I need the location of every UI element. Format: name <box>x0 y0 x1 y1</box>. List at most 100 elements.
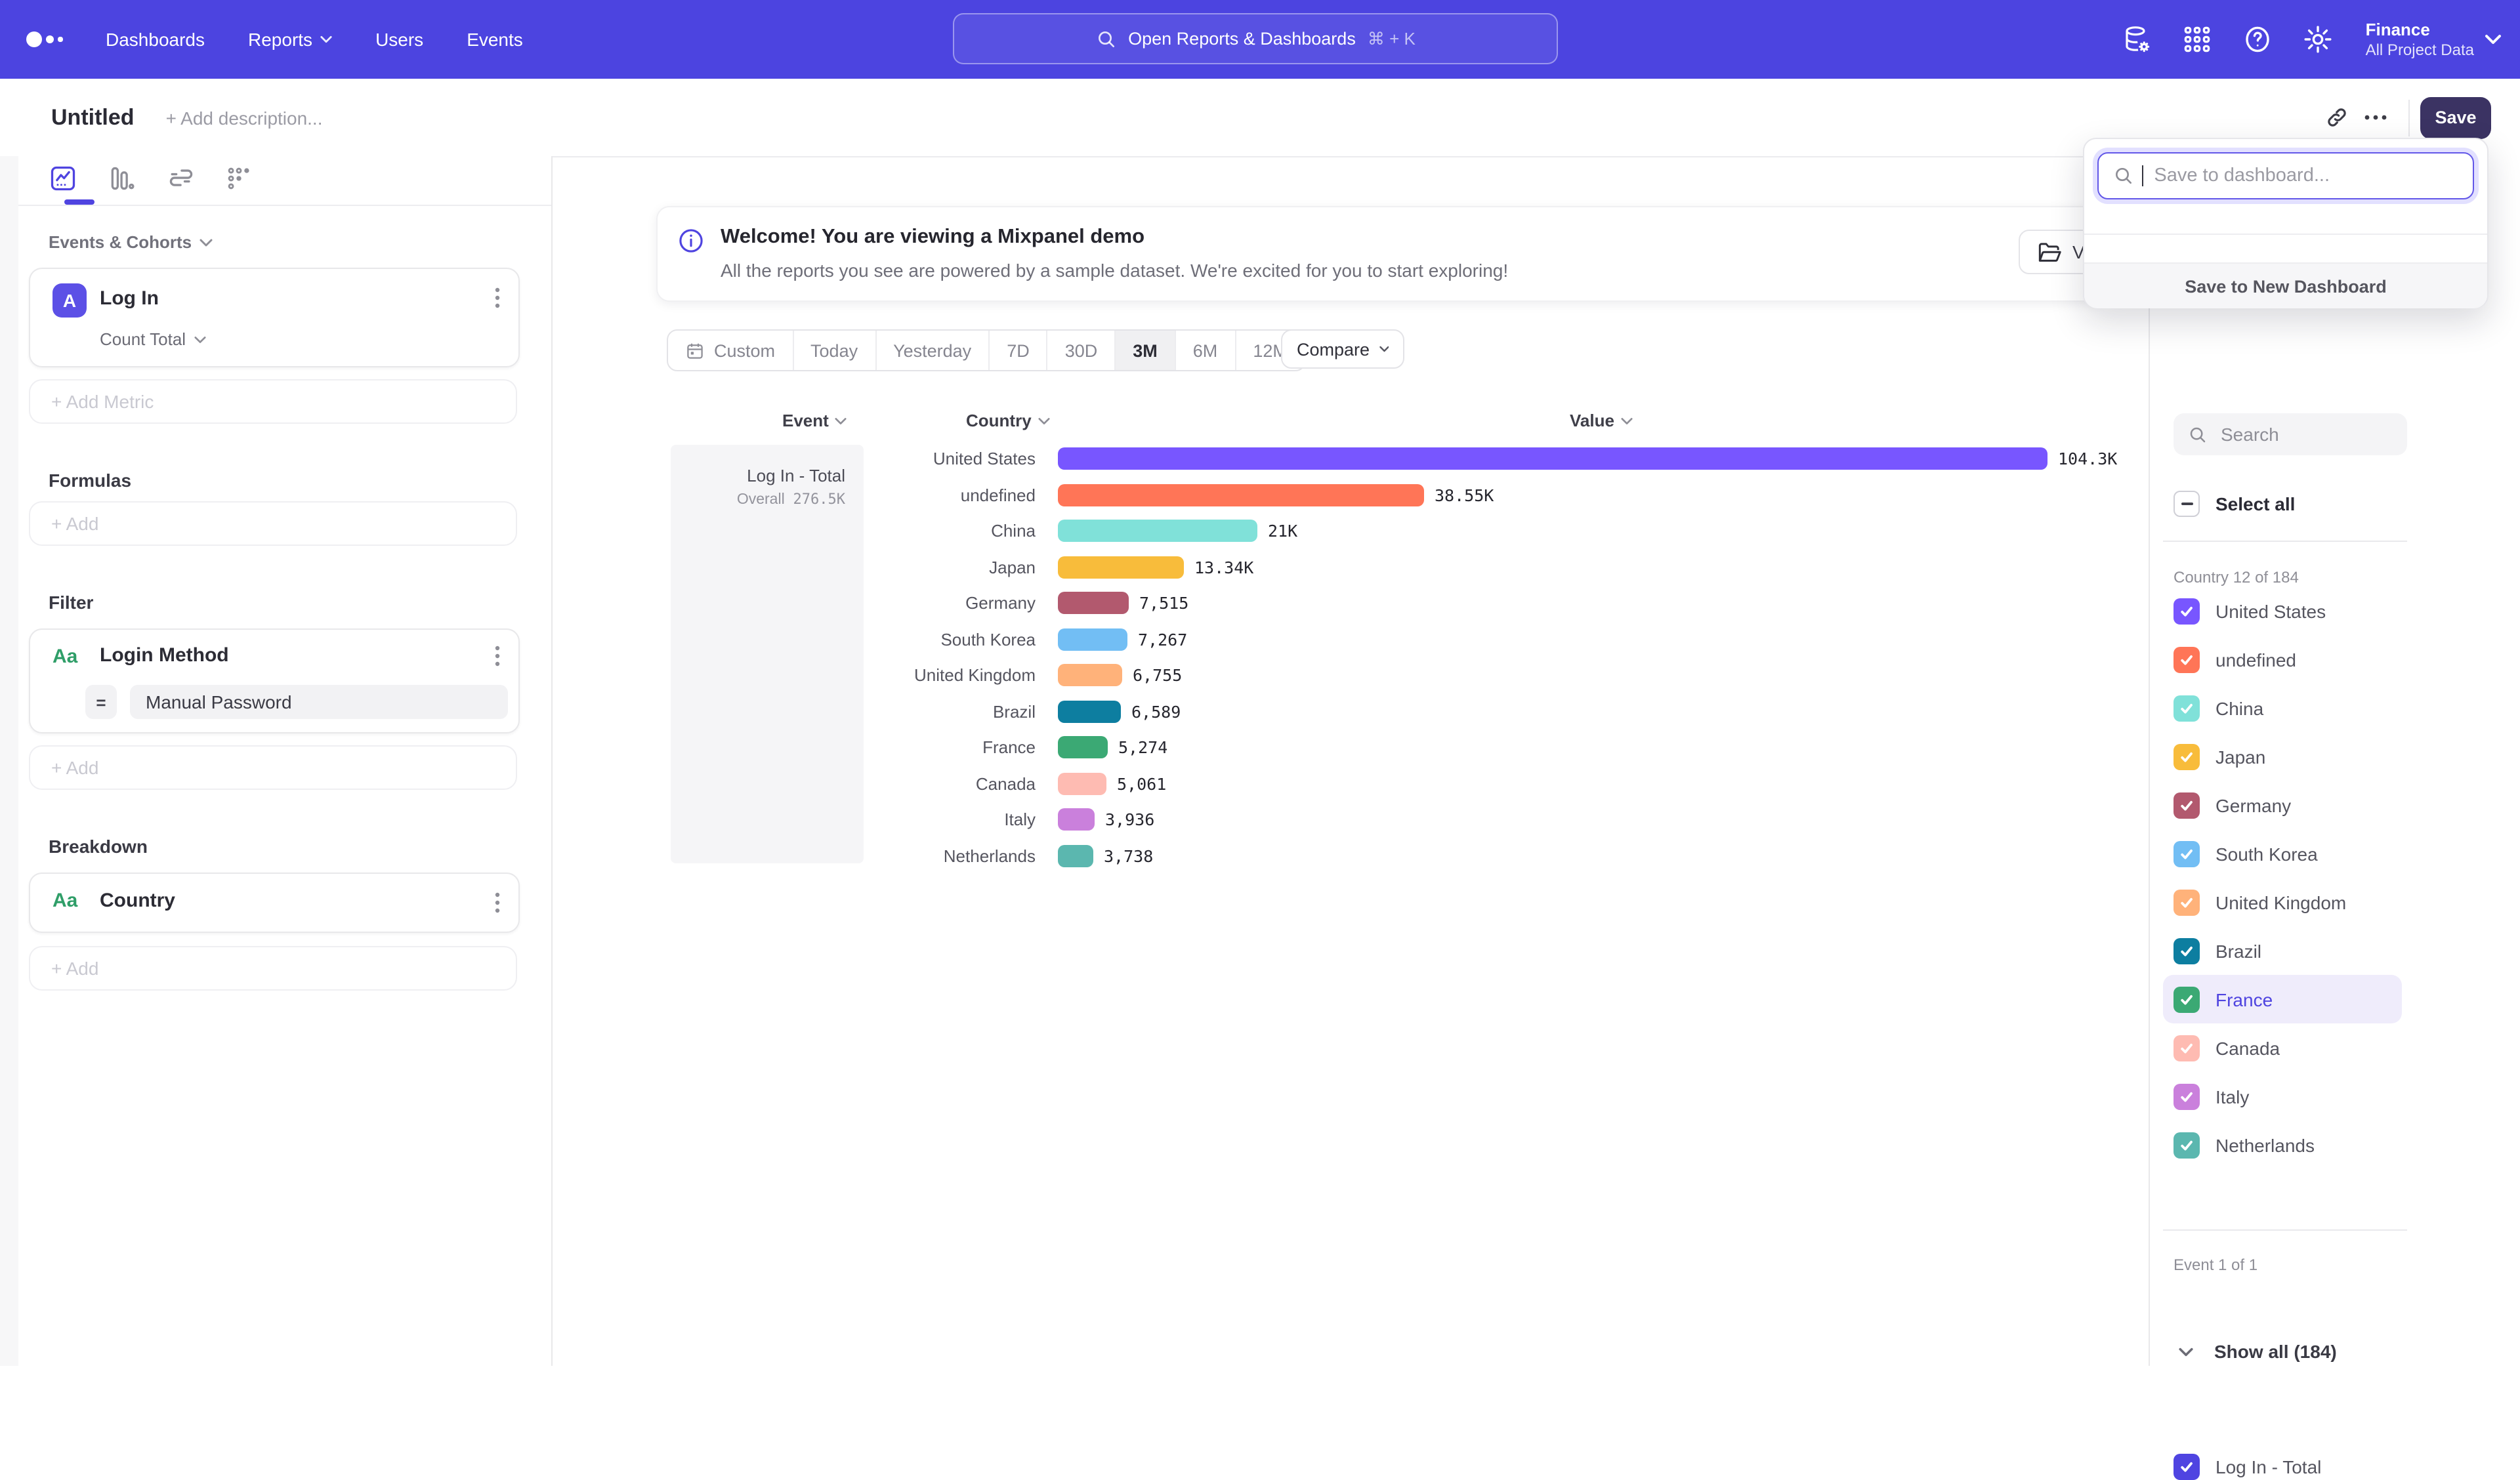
event-checkbox[interactable] <box>2174 1454 2200 1480</box>
tab-insights[interactable] <box>49 164 77 193</box>
legend-item-france[interactable]: France <box>2163 975 2402 1023</box>
filter-value[interactable]: Manual Password <box>130 685 508 719</box>
bar-segment[interactable] <box>1058 484 1424 506</box>
filter-operator[interactable]: = <box>85 685 117 719</box>
bar-segment[interactable] <box>1058 773 1106 795</box>
add-metric-button[interactable]: + Add Metric <box>29 379 517 424</box>
apps-grid-icon[interactable] <box>2182 24 2214 55</box>
country-checkbox[interactable] <box>2174 1083 2200 1109</box>
nav-item-events[interactable]: Events <box>467 29 523 50</box>
data-management-icon[interactable] <box>2122 24 2153 55</box>
legend-item-japan[interactable]: Japan <box>2163 732 2402 781</box>
kebab-menu-icon[interactable] <box>495 646 500 667</box>
country-checkbox[interactable] <box>2174 840 2200 867</box>
country-checkbox[interactable] <box>2174 695 2200 721</box>
metric-event-name[interactable]: Log In <box>100 287 159 310</box>
copy-link-icon[interactable] <box>2317 98 2356 137</box>
legend-item-brazil[interactable]: Brazil <box>2163 926 2402 975</box>
add-formula-button[interactable]: + Add <box>29 501 517 546</box>
legend-item-italy[interactable]: Italy <box>2163 1072 2402 1120</box>
save-button[interactable]: Save <box>2420 96 2491 138</box>
bar-segment[interactable] <box>1058 628 1127 651</box>
project-selector[interactable]: Finance All Project Data <box>2366 19 2474 60</box>
legend-search-input[interactable] <box>2218 422 2394 446</box>
country-checkbox[interactable] <box>2174 889 2200 915</box>
events-cohorts-section-label[interactable]: Events & Cohorts <box>49 232 213 252</box>
mixpanel-logo[interactable] <box>26 31 62 47</box>
add-filter-button[interactable]: + Add <box>29 745 517 790</box>
column-header-event[interactable]: Event <box>782 411 847 430</box>
legend-item-undefined[interactable]: undefined <box>2163 635 2402 684</box>
tab-retention[interactable] <box>224 164 253 193</box>
metric-card[interactable]: A Log In Count Total <box>29 268 520 367</box>
country-checkbox[interactable] <box>2174 598 2200 624</box>
country-checkbox[interactable] <box>2174 743 2200 770</box>
bar-segment[interactable] <box>1058 701 1121 723</box>
legend-item-canada[interactable]: Canada <box>2163 1023 2402 1072</box>
range-3m[interactable]: 3M <box>1116 331 1176 370</box>
kebab-menu-icon[interactable] <box>495 892 500 913</box>
range-custom[interactable]: Custom <box>668 331 793 370</box>
kebab-menu-icon[interactable] <box>495 287 500 308</box>
formulas-section-label: Formulas <box>49 470 131 491</box>
range-7d[interactable]: 7D <box>990 331 1048 370</box>
nav-item-reports[interactable]: Reports <box>248 29 332 50</box>
country-checkbox[interactable] <box>2174 986 2200 1012</box>
range-yesterday[interactable]: Yesterday <box>876 331 990 370</box>
bar-segment[interactable] <box>1058 809 1095 831</box>
nav-item-users[interactable]: Users <box>375 29 423 50</box>
filter-property-name[interactable]: Login Method <box>100 644 229 667</box>
tab-funnels[interactable] <box>108 164 136 193</box>
legend-event-row[interactable]: Log In - Total <box>2174 1454 2321 1480</box>
breakdown-card[interactable]: Aa Country <box>29 873 520 933</box>
dashboard-search-input[interactable] <box>2151 164 2445 188</box>
column-header-country[interactable]: Country <box>966 411 1050 430</box>
help-icon[interactable] <box>2242 24 2274 55</box>
compare-button[interactable]: Compare <box>1281 329 1404 369</box>
bar-segment[interactable] <box>1058 737 1108 759</box>
bar-segment[interactable] <box>1058 845 1093 867</box>
country-checkbox[interactable] <box>2174 646 2200 672</box>
country-checkbox[interactable] <box>2174 937 2200 964</box>
legend-item-label: France <box>2216 989 2273 1010</box>
bar-segment[interactable] <box>1058 592 1129 615</box>
legend-item-china[interactable]: China <box>2163 684 2402 732</box>
filter-card[interactable]: Aa Login Method = Manual Password <box>29 628 520 733</box>
legend-item-united-states[interactable]: United States <box>2163 586 2402 635</box>
legend-item-south-korea[interactable]: South Korea <box>2163 829 2402 878</box>
range-6m[interactable]: 6M <box>1176 331 1236 370</box>
country-checkbox[interactable] <box>2174 792 2200 818</box>
global-search-button[interactable]: Open Reports & Dashboards ⌘ + K <box>953 13 1558 64</box>
report-title[interactable]: Untitled <box>51 104 135 131</box>
nav-item-dashboards[interactable]: Dashboards <box>106 29 205 50</box>
show-all-button[interactable]: Show all (184) <box>2163 1328 2402 1375</box>
chevron-down-icon[interactable] <box>2485 34 2502 45</box>
legend-item-germany[interactable]: Germany <box>2163 781 2402 829</box>
top-nav: Dashboards Reports Users Events Open Report… <box>0 0 2520 79</box>
bar-segment[interactable] <box>1058 665 1122 687</box>
dashboard-search-field[interactable] <box>2097 152 2474 199</box>
column-header-value[interactable]: Value <box>1570 411 1633 430</box>
aggregation-selector[interactable]: Count Total <box>100 329 205 349</box>
nav-menu: Dashboards Reports Users Events <box>106 29 523 50</box>
settings-gear-icon[interactable] <box>2303 24 2334 55</box>
range-30d[interactable]: 30D <box>1048 331 1116 370</box>
legend-search[interactable] <box>2174 413 2407 455</box>
add-description-field[interactable]: + Add description... <box>166 107 323 128</box>
save-to-new-dashboard-button[interactable]: Save to New Dashboard <box>2084 262 2487 308</box>
country-checkbox[interactable] <box>2174 1132 2200 1158</box>
country-checkbox[interactable] <box>2174 1035 2200 1061</box>
tab-flows[interactable] <box>167 164 196 193</box>
more-options-icon[interactable] <box>2356 98 2395 137</box>
mixpanel-insights-app: Dashboards Reports Users Events Open Report… <box>0 0 2520 1366</box>
legend-item-united-kingdom[interactable]: United Kingdom <box>2163 878 2402 926</box>
select-all-row[interactable]: Select all <box>2174 491 2295 517</box>
select-all-checkbox-indeterminate[interactable] <box>2174 491 2200 517</box>
bar-segment[interactable] <box>1058 448 2048 470</box>
range-today[interactable]: Today <box>793 331 876 370</box>
bar-segment[interactable] <box>1058 520 1257 543</box>
bar-segment[interactable] <box>1058 556 1184 579</box>
legend-item-netherlands[interactable]: Netherlands <box>2163 1120 2402 1169</box>
add-breakdown-button[interactable]: + Add <box>29 946 517 991</box>
breakdown-property-name[interactable]: Country <box>100 890 175 912</box>
